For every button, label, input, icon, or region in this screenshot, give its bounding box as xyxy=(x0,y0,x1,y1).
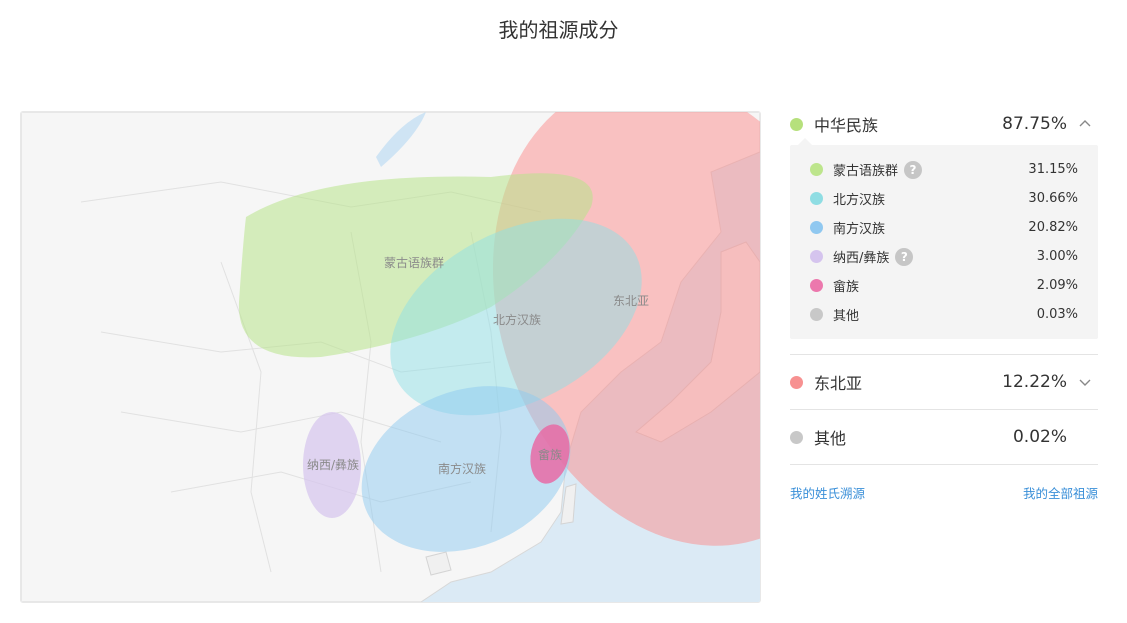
group-percentage: 0.02% xyxy=(1012,427,1067,447)
label-southern-han: 南方汉族 xyxy=(438,461,486,476)
ancestry-summary: 中华民族 87.75% 蒙古语族群 ? 31.15% 北方汉族 30.66% 南… xyxy=(790,110,1098,505)
subgroup-percentage: 3.00% xyxy=(1036,249,1078,264)
all-ancestry-link[interactable]: 我的全部祖源 xyxy=(1023,483,1098,502)
page-title: 我的祖源成分 xyxy=(498,18,619,42)
subgroup-row: 北方汉族 30.66% xyxy=(810,184,1078,213)
subgroup-row: 畲族 2.09% xyxy=(810,271,1078,300)
group-name: 中华民族 xyxy=(814,116,879,135)
surname-origin-link[interactable]: 我的姓氏溯源 xyxy=(790,483,865,502)
group-color-dot xyxy=(790,117,803,131)
subgroup-name: 其他 xyxy=(833,309,860,324)
group-name: 其他 xyxy=(814,429,847,448)
group-color-dot xyxy=(790,375,803,389)
group-header: 其他 0.02% xyxy=(790,423,1098,451)
group-northeast-asia: 东北亚 12.22% xyxy=(790,355,1098,410)
ancestry-map: 蒙古语族群 北方汉族 东北亚 南方汉族 纳西/彝族 畲族 xyxy=(20,111,761,603)
subgroup-percentage: 31.15% xyxy=(1028,162,1078,177)
chevron-up-icon[interactable] xyxy=(1078,117,1092,131)
group-other: 其他 0.02% xyxy=(790,410,1098,465)
subgroup-percentage: 20.82% xyxy=(1028,220,1078,235)
group-percentage: 12.22% xyxy=(1002,372,1067,392)
chevron-down-icon[interactable] xyxy=(1078,375,1092,389)
subgroup-color-dot xyxy=(810,279,823,292)
subgroup-color-dot xyxy=(810,192,823,205)
subgroup-percentage: 2.09% xyxy=(1036,278,1078,293)
group-name: 东北亚 xyxy=(814,374,863,393)
label-northern-han: 北方汉族 xyxy=(493,312,541,327)
map-canvas: 蒙古语族群 北方汉族 东北亚 南方汉族 纳西/彝族 畲族 xyxy=(21,112,760,602)
subgroup-color-dot xyxy=(810,163,823,176)
subgroup-name: 北方汉族 xyxy=(833,193,886,208)
subgroup-name: 纳西/彝族 xyxy=(833,251,890,266)
subgroup-percentage: 0.03% xyxy=(1036,307,1078,322)
subgroup-name: 蒙古语族群 xyxy=(833,164,899,179)
subgroup-row: 南方汉族 20.82% xyxy=(810,213,1078,242)
subgroup-color-dot xyxy=(810,250,823,263)
subgroup-color-dot xyxy=(810,221,823,234)
subgroup-row: 蒙古语族群 ? 31.15% xyxy=(810,155,1078,184)
subgroup-percentage: 30.66% xyxy=(1028,191,1078,206)
subgroup-name: 畲族 xyxy=(833,280,860,295)
help-icon[interactable]: ? xyxy=(895,247,914,266)
group-header[interactable]: 中华民族 87.75% xyxy=(790,110,1098,138)
footer-links: 我的姓氏溯源 我的全部祖源 xyxy=(790,465,1098,505)
group-percentage: 87.75% xyxy=(1002,114,1067,134)
group-chinese: 中华民族 87.75% 蒙古语族群 ? 31.15% 北方汉族 30.66% 南… xyxy=(790,110,1098,355)
label-mongolic: 蒙古语族群 xyxy=(384,255,444,270)
subgroup-row: 其他 0.03% xyxy=(810,300,1078,329)
subgroup-list: 蒙古语族群 ? 31.15% 北方汉族 30.66% 南方汉族 20.82% 纳… xyxy=(790,138,1098,339)
label-naxi-yi: 纳西/彝族 xyxy=(307,457,359,472)
group-header[interactable]: 东北亚 12.22% xyxy=(790,368,1098,396)
label-northeast-asia: 东北亚 xyxy=(613,294,649,308)
help-icon[interactable]: ? xyxy=(904,160,923,179)
label-she: 畲族 xyxy=(538,447,562,462)
group-color-dot xyxy=(790,430,803,444)
subgroup-name: 南方汉族 xyxy=(833,222,886,237)
subgroup-color-dot xyxy=(810,308,823,321)
subgroup-row: 纳西/彝族 ? 3.00% xyxy=(810,242,1078,271)
